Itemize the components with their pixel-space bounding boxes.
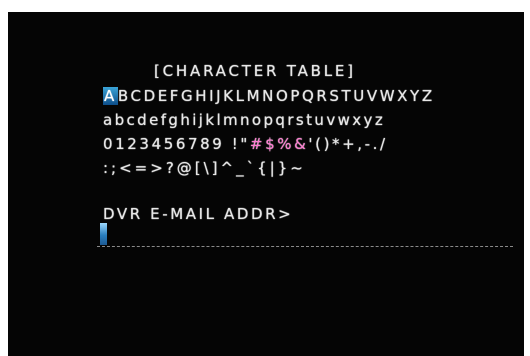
- char-row-uppercase: ABCDEFGHIJKLMNOPQRSTUVWXYZ: [103, 87, 435, 105]
- uppercase-chars[interactable]: BCDEFGHIJKLMNOPQRSTUVWXYZ: [118, 87, 435, 105]
- special-chars-highlight[interactable]: #$%&: [250, 135, 308, 153]
- char-row-digits: 0123456789 !"#$%&'()*+,-./: [103, 135, 388, 153]
- dvr-email-addr-label: DVR E-MAIL ADDR>: [103, 205, 294, 223]
- input-underline: [97, 246, 513, 247]
- punctuation-chars[interactable]: '()*+,-./: [308, 135, 387, 153]
- selected-char-cell[interactable]: A: [103, 87, 118, 105]
- char-row-symbols[interactable]: :;<=>?@[\]^_`{|}~: [103, 159, 306, 177]
- digit-chars[interactable]: 0123456789 !": [103, 135, 250, 153]
- text-cursor: [100, 223, 107, 245]
- dvr-osd-screen: [CHARACTER TABLE] ABCDEFGHIJKLMNOPQRSTUV…: [8, 12, 524, 356]
- character-table-title: [CHARACTER TABLE]: [154, 62, 356, 80]
- char-row-lowercase[interactable]: abcdefghijklmnopqrstuvwxyz: [103, 111, 385, 129]
